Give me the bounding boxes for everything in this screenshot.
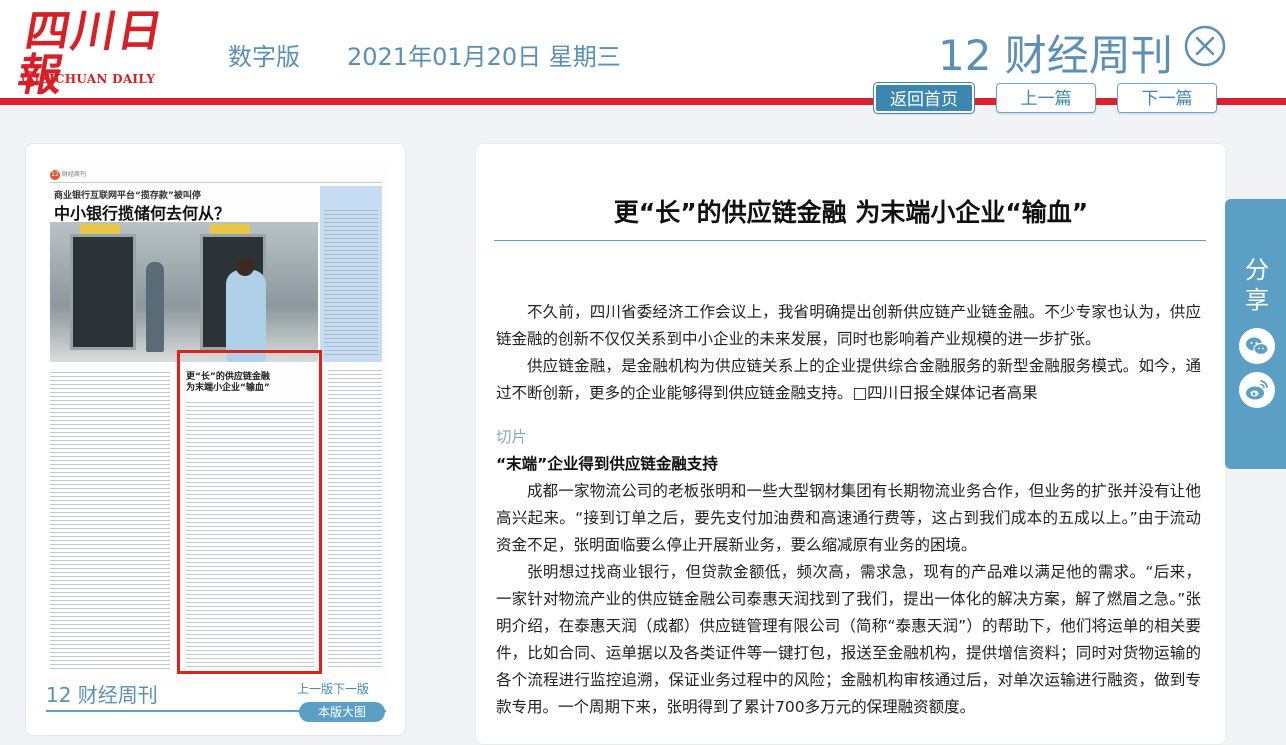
thumbnail-text-lines xyxy=(50,372,170,672)
thumbnail-text-lines xyxy=(324,210,378,358)
prev-article-button[interactable]: 上一篇 xyxy=(996,83,1096,113)
weibo-icon[interactable] xyxy=(1239,372,1275,408)
thumbnail-section-name: 12 财经周刊 xyxy=(46,683,158,707)
article-paragraph: 张明想过找商业银行，但贷款金额低，频次高，需求急，现有的产品难以满足他的需求。“… xyxy=(496,563,1201,716)
thumbnail-photo xyxy=(50,222,318,362)
article-title: 更“长”的供应链金融 为末端小企业“输血” xyxy=(613,198,1089,227)
next-article-button[interactable]: 下一篇 xyxy=(1117,83,1217,113)
home-button[interactable]: 返回首页 xyxy=(873,82,975,114)
issue-date: 2021年01月20日 星期三 xyxy=(347,43,621,71)
current-article-highlight[interactable] xyxy=(177,350,322,674)
page-navigation: 上一版下一版 xyxy=(297,680,369,697)
photo-person xyxy=(146,262,164,352)
logo-english-text: SICHUAN DAILY xyxy=(40,72,156,86)
article-paragraph: 成都一家物流公司的老板张明和一些大型钢材集团有长期物流业务合作，但业务的扩张并没… xyxy=(496,482,1201,554)
article-paragraph: 不久前，四川省委经济工作会议上，我省明确提出创新供应链产业链金融。不少专家也认为… xyxy=(496,303,1201,348)
sichuan-daily-logo[interactable]: 四川日報 SICHUAN DAILY xyxy=(14,6,192,101)
close-icon[interactable] xyxy=(1183,24,1227,68)
prev-page-link[interactable]: 上一版 xyxy=(297,682,333,696)
digital-edition-label: 数字版 xyxy=(228,43,300,71)
thumbnail-page-badge: 12 xyxy=(50,169,60,180)
thumbnail-page-header: 12 财经周刊 xyxy=(50,168,382,183)
article-tag: 切片 xyxy=(496,428,528,446)
photo-door-sign xyxy=(80,224,120,234)
wechat-icon[interactable] xyxy=(1239,328,1275,364)
thumbnail-headline: 中小银行揽储何去何从？ xyxy=(54,204,231,223)
article-panel: 更“长”的供应链金融 为末端小企业“输血” 不久前，四川省委经济工作会议上，我省… xyxy=(475,143,1227,745)
thumbnail-sidebar-box xyxy=(320,186,382,362)
photo-person-head xyxy=(236,258,254,276)
page-thumbnail-panel: 12 财经周刊 商业银行互联网平台“揽存款”被叫停 中小银行揽储何去何从？ 更“… xyxy=(25,143,406,736)
share-panel: 分享 xyxy=(1225,199,1286,469)
article-body: 不久前，四川省委经济工作会议上，我省明确提出创新供应链产业链金融。不少专家也认为… xyxy=(496,299,1201,721)
logo-emblem-icon xyxy=(22,71,38,87)
article-subhead: “末端”企业得到供应链金融支持 xyxy=(496,455,718,473)
article-paragraph: 供应链金融，是金融机构为供应链关系上的企业提供综合金融服务的新型金融服务模式。如… xyxy=(496,357,1201,402)
section-title: 12 财经周刊 xyxy=(938,31,1173,80)
share-label: 分享 xyxy=(1245,256,1269,314)
thumbnail-text-lines xyxy=(328,370,382,670)
full-page-image-button[interactable]: 本版大图 xyxy=(299,702,385,722)
photo-door xyxy=(70,234,136,350)
article-title-rule xyxy=(494,240,1206,241)
next-page-link[interactable]: 下一版 xyxy=(333,682,369,696)
photo-door-sign xyxy=(210,224,250,234)
photo-person xyxy=(226,270,266,362)
thumbnail-header-text: 财经周刊 xyxy=(61,171,86,178)
newspaper-page-thumbnail[interactable]: 12 财经周刊 商业银行互联网平台“揽存款”被叫停 中小银行揽储何去何从？ 更“… xyxy=(46,164,387,684)
